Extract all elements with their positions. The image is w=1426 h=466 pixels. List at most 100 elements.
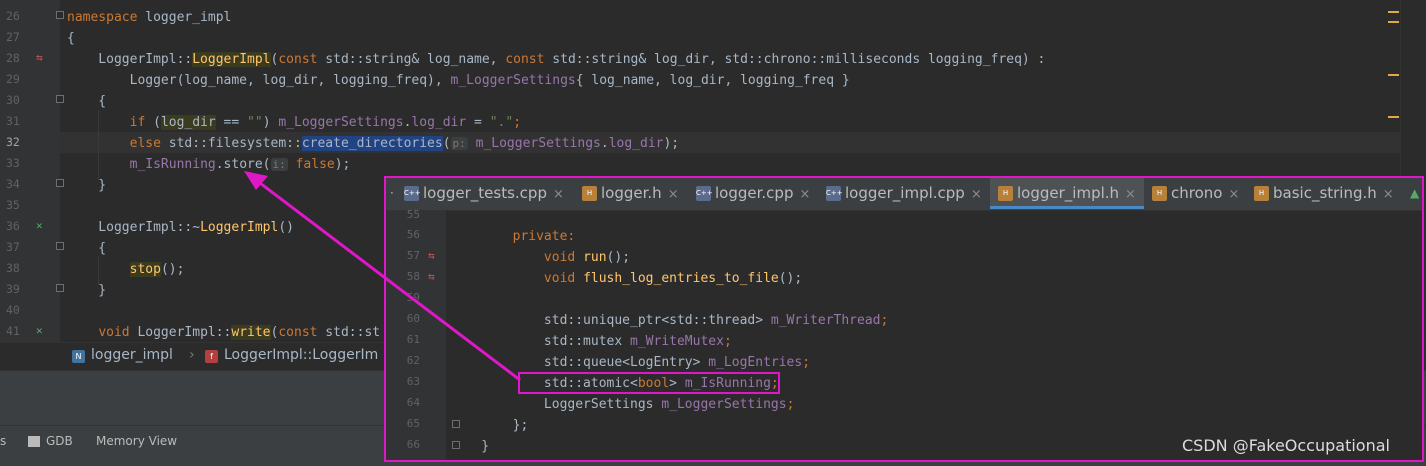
tab-label: logger_impl.h [1017,184,1120,202]
tab-logger-cpp[interactable]: C++ logger.cpp × [696,178,810,209]
code-token: const [505,52,545,67]
code-line[interactable]: { [67,93,106,110]
line-number: 26 [6,9,20,23]
code-line[interactable]: else std::filesystem::create_directories… [67,135,679,152]
override-gutter-icon[interactable]: ⇆ [428,249,435,262]
close-icon[interactable]: × [668,187,679,202]
gdb-tab[interactable]: GDB [46,434,73,448]
tab-chrono[interactable]: Hchrono × [1152,178,1239,209]
close-icon[interactable]: × [799,187,810,202]
code-line[interactable]: } [450,438,489,455]
code-line[interactable]: m_IsRunning.store(i: false); [67,156,351,173]
code-line[interactable]: std::mutex m_WriteMutex; [450,333,732,350]
implements-gutter-icon[interactable]: ✕ [36,324,43,337]
code-token: std::string& log_dir, std::chrono::milli… [544,52,1046,67]
warning-marker[interactable] [1388,21,1399,23]
implements-gutter-icon[interactable]: ✕ [36,219,43,232]
code-token: void [98,325,130,340]
tab-logger-impl-h[interactable]: Hlogger_impl.h × [990,178,1144,209]
breadcrumb-separator: › [189,347,195,363]
tab-basic-string-h[interactable]: Hbasic_string.h × [1254,178,1394,209]
code-token: logger_impl [137,10,232,25]
code-token: LoggerImpl [200,220,279,235]
line-number: 64 [406,396,420,409]
code-line[interactable]: namespace logger_impl [67,9,231,26]
tool-tab-partial[interactable]: s [0,434,6,448]
code-line[interactable]: LoggerImpl::LoggerImpl(const std::string… [67,51,1045,68]
code-line[interactable]: } [67,177,106,194]
code-line[interactable]: Logger(log_name, log_dir, logging_freq),… [67,72,850,89]
watermark: CSDN @FakeOccupational [1182,436,1390,455]
popup-tab-bar: · C++ logger_tests.cpp × Hlogger.h × C++ log… [386,178,1422,211]
code-line[interactable]: LoggerSettings m_LoggerSettings; [450,396,794,413]
code-line[interactable]: private: [450,228,576,245]
breadcrumb-function[interactable]: LoggerImpl::LoggerIm [224,347,378,363]
code-line[interactable]: }; [450,417,529,434]
highlight-box [518,372,780,394]
code-line[interactable]: void run(); [450,249,630,266]
code-token: = [466,115,490,130]
tab-overflow-icon[interactable]: · [390,178,394,209]
code-line[interactable]: void LoggerImpl::write(const std::st [67,324,380,341]
code-line[interactable]: std::queue<LogEntry> m_LogEntries; [450,354,810,371]
function-icon: f [205,350,218,363]
line-number: 37 [6,240,20,254]
line-number: 57 [406,249,420,262]
line-number: 60 [406,312,420,325]
line-number: 31 [6,114,20,128]
code-line[interactable]: if (log_dir == "") m_LoggerSettings.log_… [67,114,521,131]
fold-marker[interactable] [56,95,64,103]
line-number: 61 [406,333,420,346]
warning-marker[interactable] [1388,11,1399,13]
code-token: m_LoggerSettings [661,397,787,412]
close-icon[interactable]: × [1228,187,1239,202]
code-token: { log_name, log_dir, logging_freq } [575,73,850,88]
close-icon[interactable]: × [553,187,564,202]
code-token: ); [663,136,680,151]
implements-gutter-icon[interactable]: ⇆ [36,51,43,64]
code-line[interactable]: { [67,30,75,47]
close-icon[interactable]: × [1383,187,1394,202]
code-line[interactable]: LoggerImpl::~LoggerImpl() [67,219,294,236]
code-line[interactable]: stop(); [67,261,184,278]
override-gutter-icon[interactable]: ⇆ [428,270,435,283]
memory-view-tab[interactable]: Memory View [96,434,177,448]
code-token: ); [334,157,351,172]
code-token: == [215,115,248,130]
code-line[interactable]: std::unique_ptr<std::thread> m_WriterThr… [450,312,888,329]
tab-label: logger.cpp [715,184,794,202]
tab-logger-tests-cpp[interactable]: C++ logger_tests.cpp × [404,178,564,209]
fold-marker[interactable] [56,242,64,250]
code-line[interactable]: { [67,240,106,257]
code-token: void [543,250,576,265]
code-token: std::string& log_name, [317,52,506,67]
code-token: log_dir [160,115,216,130]
line-number: 29 [6,72,20,86]
quick-definition-popup[interactable]: · C++ logger_tests.cpp × Hlogger.h × C++ log… [384,176,1424,462]
line-number: 67 [396,459,420,460]
code-token: m_LoggerSettings [475,136,601,151]
fold-marker[interactable] [56,284,64,292]
warning-marker[interactable] [1388,116,1399,118]
tab-logger-impl-cpp[interactable]: C++ logger_impl.cpp × [826,178,982,209]
code-line[interactable]: } [67,282,106,299]
line-number: 40 [6,303,20,317]
line-number: 33 [6,156,20,170]
warning-marker[interactable] [1388,74,1399,76]
code-token: ) [262,115,279,130]
code-token: else [129,136,161,151]
fold-marker[interactable] [56,179,64,187]
line-number: 63 [406,375,420,388]
run-icon[interactable]: ▲ [1410,178,1419,209]
close-icon[interactable]: × [1125,187,1136,202]
code-token: void [543,271,576,286]
tab-logger-h[interactable]: Hlogger.h × [582,178,679,209]
code-token: create_directories [301,136,443,151]
code-line[interactable]: void flush_log_entries_to_file(); [450,270,802,287]
close-icon[interactable]: × [971,187,982,202]
fold-marker[interactable] [56,11,64,19]
breadcrumb-namespace[interactable]: logger_impl [91,347,173,363]
